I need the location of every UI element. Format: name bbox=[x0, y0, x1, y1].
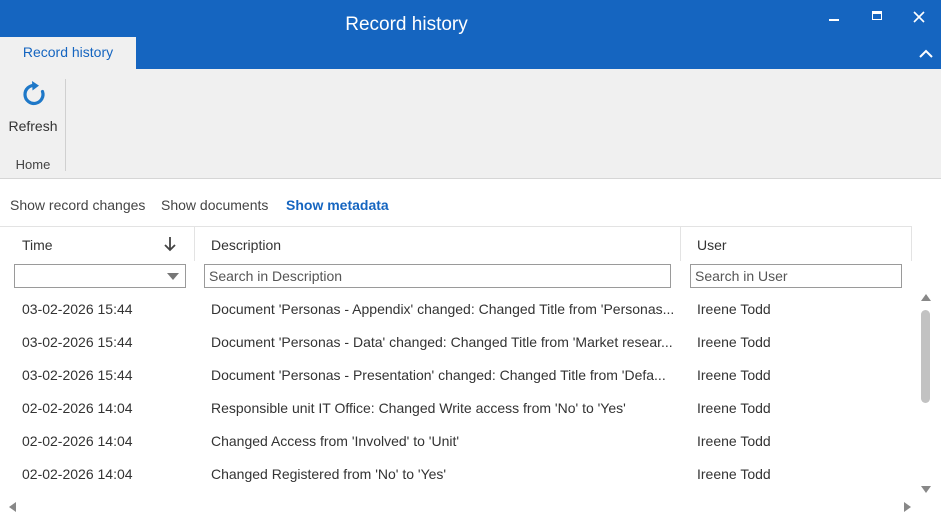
user-cell: Ireene Todd bbox=[697, 466, 771, 482]
description-cell: Changed Registered from 'No' to 'Yes' bbox=[211, 466, 447, 482]
column-divider[interactable] bbox=[680, 227, 681, 261]
minimize-button[interactable] bbox=[821, 6, 847, 28]
description-search-input[interactable] bbox=[204, 264, 671, 288]
grid-header: Time Description User bbox=[0, 226, 912, 261]
window-title: Record history bbox=[345, 14, 468, 35]
user-cell: Ireene Todd bbox=[697, 301, 771, 317]
time-filter-dropdown[interactable] bbox=[14, 264, 186, 288]
scroll-right-arrow-icon[interactable] bbox=[904, 502, 911, 512]
time-cell: 02-02-2026 14:04 bbox=[22, 466, 133, 482]
table-row[interactable]: 02-02-2026 14:04 Changed Access from 'In… bbox=[0, 425, 912, 458]
column-header-description[interactable]: Description bbox=[211, 237, 281, 253]
description-cell: Document 'Personas - Appendix' changed: … bbox=[211, 301, 673, 317]
close-button[interactable] bbox=[906, 6, 932, 28]
user-cell: Ireene Todd bbox=[697, 367, 771, 383]
table-row[interactable]: 03-02-2026 15:44 Document 'Personas - Pr… bbox=[0, 359, 912, 392]
show-record-changes-link[interactable]: Show record changes bbox=[10, 197, 145, 213]
column-divider[interactable] bbox=[194, 227, 195, 261]
scroll-down-arrow-icon[interactable] bbox=[921, 486, 931, 493]
chevron-down-icon bbox=[167, 273, 179, 280]
show-metadata-link[interactable]: Show metadata bbox=[286, 197, 389, 213]
column-header-user[interactable]: User bbox=[697, 237, 727, 253]
time-cell: 02-02-2026 14:04 bbox=[22, 433, 133, 449]
title-bar: Record history Record history bbox=[0, 0, 941, 69]
column-divider[interactable] bbox=[911, 227, 912, 261]
description-cell: Changed Access from 'Involved' to 'Unit' bbox=[211, 433, 460, 449]
tab-record-history[interactable]: Record history bbox=[0, 37, 136, 69]
user-cell: Ireene Todd bbox=[697, 400, 771, 416]
ribbon: Refresh Home bbox=[0, 69, 941, 179]
refresh-icon bbox=[23, 81, 45, 106]
maximize-button[interactable] bbox=[864, 6, 890, 28]
vertical-scrollbar-thumb[interactable] bbox=[921, 310, 930, 403]
user-cell: Ireene Todd bbox=[697, 334, 771, 350]
refresh-button[interactable]: Refresh bbox=[4, 77, 62, 139]
collapse-ribbon-button[interactable] bbox=[914, 42, 938, 66]
user-search-input[interactable] bbox=[690, 264, 902, 288]
description-cell: Document 'Personas - Data' changed: Chan… bbox=[211, 334, 673, 350]
description-cell: Responsible unit IT Office: Changed Writ… bbox=[211, 400, 626, 416]
user-cell: Ireene Todd bbox=[697, 433, 771, 449]
table-row[interactable]: 03-02-2026 15:44 Document 'Personas - Da… bbox=[0, 326, 912, 359]
scroll-left-arrow-icon[interactable] bbox=[9, 502, 16, 512]
time-cell: 03-02-2026 15:44 bbox=[22, 301, 133, 317]
minimize-icon bbox=[829, 19, 839, 21]
refresh-label: Refresh bbox=[8, 118, 58, 134]
column-header-time[interactable]: Time bbox=[22, 237, 53, 253]
ribbon-group-label: Home bbox=[15, 157, 51, 172]
scroll-up-arrow-icon[interactable] bbox=[921, 294, 931, 301]
time-cell: 02-02-2026 14:04 bbox=[22, 400, 133, 416]
history-table-body: 03-02-2026 15:44 Document 'Personas - Ap… bbox=[0, 293, 912, 491]
table-row[interactable]: 02-02-2026 14:04 Changed Registered from… bbox=[0, 458, 912, 491]
arrow-down-icon[interactable] bbox=[163, 235, 177, 258]
time-cell: 03-02-2026 15:44 bbox=[22, 334, 133, 350]
table-row[interactable]: 02-02-2026 14:04 Responsible unit IT Off… bbox=[0, 392, 912, 425]
chevron-up-icon bbox=[919, 49, 933, 58]
time-cell: 03-02-2026 15:44 bbox=[22, 367, 133, 383]
close-icon bbox=[913, 11, 925, 23]
description-cell: Document 'Personas - Presentation' chang… bbox=[211, 367, 666, 383]
maximize-icon bbox=[872, 11, 882, 20]
ribbon-group-divider bbox=[65, 79, 66, 171]
table-row[interactable]: 03-02-2026 15:44 Document 'Personas - Ap… bbox=[0, 293, 912, 326]
show-documents-link[interactable]: Show documents bbox=[161, 197, 268, 213]
